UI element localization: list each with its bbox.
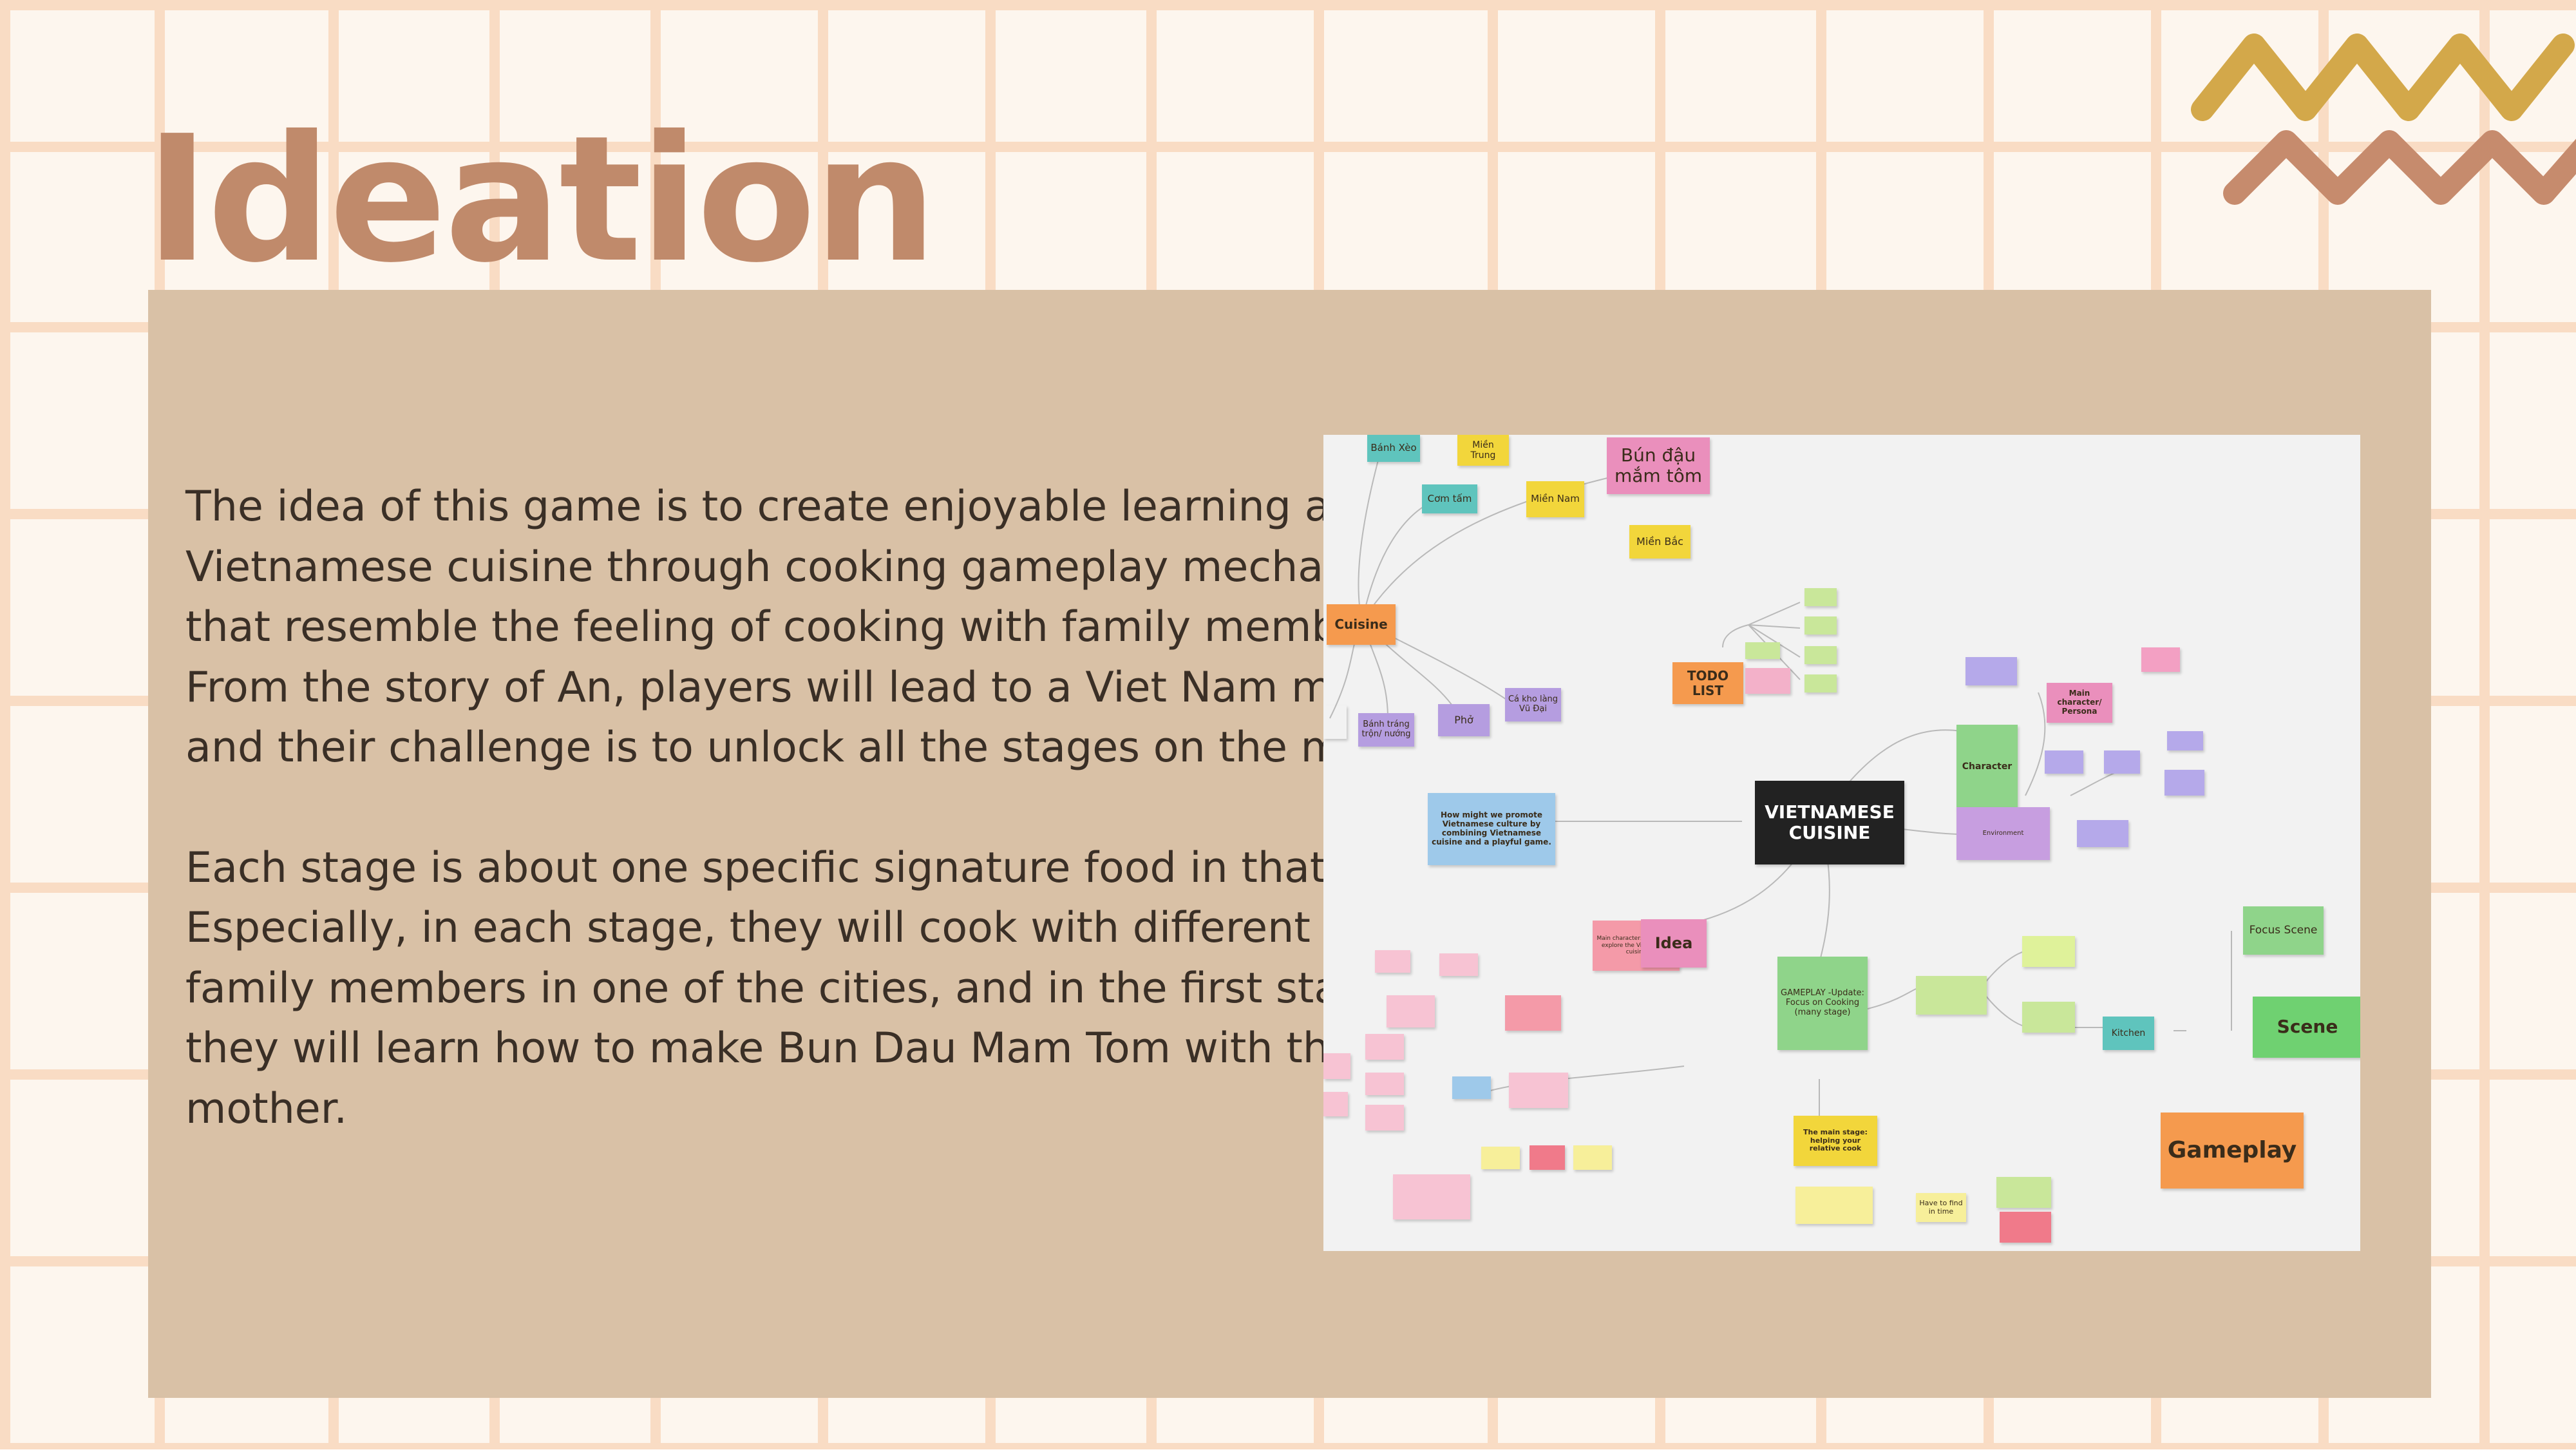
note-small-rose-7 — [1365, 1073, 1404, 1095]
note-small-green-1 — [1745, 642, 1780, 659]
note-small-lavender-4 — [2167, 731, 2203, 750]
note-small-yellow-2 — [1481, 1147, 1520, 1169]
note-small-pink-2 — [2141, 647, 2180, 672]
note-small-rose-10 — [1509, 1073, 1568, 1108]
note-small-yellow-1 — [1795, 1187, 1873, 1224]
note-idea: Idea — [1641, 919, 1707, 968]
note-main-stage: The main stage: helping your relative co… — [1794, 1116, 1877, 1166]
note-small-rose-3 — [1387, 995, 1435, 1027]
note-cuisine: Cuisine — [1327, 604, 1396, 645]
grid-line-vertical — [0, 0, 10, 1449]
note-small-green-6 — [1916, 976, 1987, 1015]
grid-line-horizontal — [0, 1443, 2576, 1452]
note-small-rose-1 — [1375, 950, 1410, 973]
note-small-rose-11 — [1393, 1174, 1470, 1219]
note-small-green-7 — [2022, 1002, 2075, 1033]
note-pho: Phở — [1438, 704, 1490, 736]
note-ca-kho: Cá kho làng Vũ Đại — [1505, 688, 1561, 721]
note-small-lavender-2 — [2045, 750, 2083, 774]
note-mien-nam: Miền Nam — [1526, 481, 1584, 517]
note-small-lavender-1 — [1965, 657, 2017, 685]
note-gameplay-update: GAMEPLAY -Update: Focus on Cooking (many… — [1777, 957, 1868, 1050]
note-scene: Scene — [2253, 997, 2360, 1058]
grid-line-horizontal — [0, 0, 2576, 10]
note-small-lime-1 — [2022, 936, 2075, 967]
paragraph-stages: Each stage is about one specific signatu… — [185, 843, 1423, 1133]
note-small-rose-9 — [1323, 1092, 1348, 1116]
note-small-green-3 — [1804, 616, 1837, 635]
note-environment: Environment — [1956, 807, 2050, 860]
paragraph-intro: The idea of this game is to create enjoy… — [185, 482, 1426, 772]
zigzag-decoration — [2191, 33, 2576, 205]
note-plain-text — [1546, 1205, 1584, 1230]
note-character: Character — [1956, 725, 2018, 808]
note-small-green-5 — [1804, 674, 1837, 693]
note-small-rose-8 — [1365, 1105, 1404, 1131]
note-bun-dau-mam-tom: Bún đậu mắm tôm — [1607, 437, 1710, 494]
note-how-might-we: How might we promote Vietnamese culture … — [1428, 793, 1555, 865]
mindmap-screenshot: Bánh Xèo Miền Trung Cơm tấm Miền Nam Bún… — [1323, 435, 2360, 1251]
note-small-yellow-3 — [1573, 1145, 1612, 1170]
note-main-character-persona: Main character/ Persona — [2047, 683, 2112, 723]
content-panel: The idea of this game is to create enjoy… — [148, 290, 2431, 1398]
note-small-red-1 — [2000, 1212, 2051, 1243]
note-mien-trung: Miền Trung — [1457, 435, 1509, 466]
note-small-lavender-6 — [2077, 820, 2128, 847]
description-text: The idea of this game is to create enjoy… — [185, 477, 1441, 1139]
note-small-green-4 — [1804, 646, 1837, 664]
note-cropped-purple — [1323, 705, 1347, 739]
note-small-rose-2 — [1439, 953, 1478, 976]
note-small-pink — [1745, 668, 1790, 694]
note-small-rose-4 — [1505, 995, 1561, 1031]
note-banh-trang: Bánh tráng trộn/ nướng — [1358, 713, 1414, 747]
note-small-rose-5 — [1323, 1053, 1350, 1079]
note-small-green-8 — [1996, 1177, 2051, 1208]
note-small-lavender-3 — [2104, 750, 2140, 774]
note-small-blue-1 — [1452, 1076, 1491, 1099]
page-title: Ideation — [145, 98, 937, 301]
note-com-tam: Cơm tấm — [1422, 484, 1477, 513]
note-small-rose-6 — [1365, 1034, 1404, 1060]
note-small-lavender-5 — [2164, 770, 2204, 796]
note-small-red-2 — [1530, 1145, 1565, 1170]
note-vietnamese-cuisine: VIETNAMESE CUISINE — [1755, 781, 1904, 865]
note-small-green-2 — [1804, 588, 1837, 606]
note-todo-list: TODO LIST — [1672, 662, 1743, 704]
note-gameplay: Gameplay — [2161, 1113, 2304, 1189]
note-have-to-find: Have to find in time — [1916, 1193, 1966, 1222]
note-kitchen: Kitchen — [2103, 1017, 2154, 1050]
note-focus-scene: Focus Scene — [2243, 906, 2324, 955]
note-mien-bac: Miền Bắc — [1629, 525, 1690, 559]
note-banh-xeo: Bánh Xèo — [1367, 435, 1420, 462]
